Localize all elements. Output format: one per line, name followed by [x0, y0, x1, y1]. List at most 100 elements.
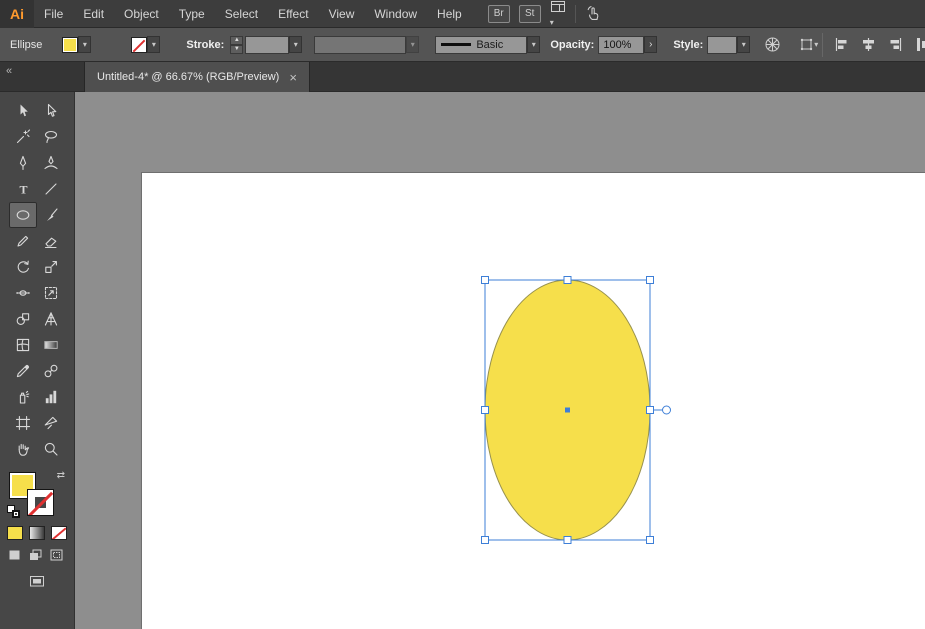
blend-tool-button[interactable]	[37, 358, 65, 384]
artboard-icon	[15, 415, 31, 431]
brush-definition-combo[interactable]: Basic ▾	[435, 36, 540, 54]
magic-wand-tool-button[interactable]	[9, 124, 37, 150]
type-tool-button[interactable]: T	[9, 176, 37, 202]
scale-tool-button[interactable]	[37, 254, 65, 280]
drawing-mode-row	[7, 548, 67, 562]
blend-icon	[43, 363, 59, 379]
rotate-tool-button[interactable]	[9, 254, 37, 280]
recolor-artwork-button[interactable]	[764, 36, 781, 53]
zoom-tool-button[interactable]	[37, 436, 65, 462]
stroke-weight-stepper[interactable]: ▲ ▼	[230, 36, 243, 54]
stroke-weight-combo[interactable]: ▾	[245, 36, 302, 54]
menu-select[interactable]: Select	[215, 0, 268, 28]
gradient-button[interactable]	[29, 526, 45, 540]
lasso-tool-button[interactable]	[37, 124, 65, 150]
bridge-button[interactable]: Br	[488, 5, 510, 23]
color-button[interactable]	[7, 526, 23, 540]
draw-normal-button[interactable]	[7, 548, 22, 562]
selection-tool-button[interactable]	[9, 98, 37, 124]
pen-tool-button[interactable]	[9, 150, 37, 176]
stroke-weight-value[interactable]	[245, 36, 289, 54]
align-right-button[interactable]	[887, 36, 904, 53]
selection-handle[interactable]	[647, 277, 654, 284]
eyedropper-tool-button[interactable]	[9, 358, 37, 384]
transform-options-button[interactable]: ▾	[799, 37, 818, 52]
document-tab[interactable]: Untitled-4* @ 66.67% (RGB/Preview) ×	[84, 62, 310, 92]
stroke-none-swatch-icon[interactable]	[131, 37, 147, 53]
graphic-style-combo[interactable]: ▾	[707, 36, 750, 54]
menu-object[interactable]: Object	[114, 0, 169, 28]
chevron-down-icon[interactable]: ▾	[737, 36, 750, 53]
center-point-handle[interactable]	[565, 408, 570, 413]
opacity-label[interactable]: Opacity:	[550, 39, 594, 51]
opacity-input[interactable]	[598, 36, 644, 54]
screen-mode-row	[7, 574, 67, 589]
menu-edit[interactable]: Edit	[73, 0, 114, 28]
stroke-color-control[interactable]: ▾	[131, 36, 160, 54]
selection-handle[interactable]	[482, 407, 489, 414]
hand-tool-button[interactable]	[9, 436, 37, 462]
slice-tool-button[interactable]	[37, 410, 65, 436]
eraser-tool-button[interactable]	[37, 228, 65, 254]
selection-handle[interactable]	[564, 277, 571, 284]
brush-definition-value[interactable]: Basic	[435, 36, 527, 54]
ellipse-tool-button[interactable]	[9, 202, 37, 228]
menu-view[interactable]: View	[319, 0, 365, 28]
draw-behind-button[interactable]	[28, 548, 43, 562]
distribute-button[interactable]	[914, 36, 925, 53]
align-center-button[interactable]	[860, 36, 877, 53]
width-tool-button[interactable]	[9, 280, 37, 306]
fill-color-control[interactable]: ▾	[62, 36, 91, 54]
stock-button[interactable]: St	[519, 5, 541, 23]
draw-inside-button[interactable]	[49, 548, 64, 562]
chevron-down-icon[interactable]: ▾	[527, 36, 540, 53]
symbol-sprayer-tool-button[interactable]	[9, 384, 37, 410]
arrange-documents-button[interactable]: ▾	[550, 0, 566, 28]
fill-swatch-icon[interactable]	[62, 37, 78, 53]
selection-handle[interactable]	[482, 277, 489, 284]
gradient-tool-button[interactable]	[37, 332, 65, 358]
menu-window[interactable]: Window	[364, 0, 427, 28]
pencil-tool-button[interactable]	[9, 228, 37, 254]
stepper-down-icon[interactable]: ▼	[230, 45, 243, 54]
chevron-down-icon: ▾	[550, 18, 554, 27]
app-logo[interactable]: Ai	[0, 0, 34, 28]
opacity-panel-chevron-icon[interactable]: ›	[644, 36, 657, 53]
menu-help[interactable]: Help	[427, 0, 472, 28]
chevron-down-icon[interactable]: ▾	[147, 36, 160, 53]
menu-effect[interactable]: Effect	[268, 0, 318, 28]
paintbrush-tool-button[interactable]	[37, 202, 65, 228]
stroke-label[interactable]: Stroke:	[186, 39, 224, 51]
chevron-down-icon: ▾	[406, 36, 419, 53]
screen-mode-button[interactable]	[29, 574, 45, 589]
free-transform-tool-button[interactable]	[37, 280, 65, 306]
selection-handle[interactable]	[647, 537, 654, 544]
panel-collapse-button[interactable]: «	[6, 65, 11, 77]
selection-handle[interactable]	[482, 537, 489, 544]
perspective-grid-tool-button[interactable]	[37, 306, 65, 332]
artboard-tool-button[interactable]	[9, 410, 37, 436]
default-fill-stroke-icon[interactable]	[7, 505, 20, 518]
line-segment-tool-button[interactable]	[37, 176, 65, 202]
swap-fill-stroke-icon[interactable]: ⇄	[57, 470, 65, 481]
align-right-icon	[887, 36, 904, 53]
shape-builder-tool-button[interactable]	[9, 306, 37, 332]
curvature-tool-button[interactable]	[37, 150, 65, 176]
rotate-widget-handle[interactable]	[663, 406, 671, 414]
graphic-style-value[interactable]	[707, 36, 737, 54]
column-graph-tool-button[interactable]	[37, 384, 65, 410]
none-button[interactable]	[51, 526, 67, 540]
touch-workspace-button[interactable]	[585, 5, 602, 22]
menu-file[interactable]: File	[34, 0, 73, 28]
stepper-up-icon[interactable]: ▲	[230, 36, 243, 45]
menu-type[interactable]: Type	[169, 0, 215, 28]
selection-handle[interactable]	[647, 407, 654, 414]
direct-selection-tool-button[interactable]	[37, 98, 65, 124]
align-left-button[interactable]	[833, 36, 850, 53]
stroke-color-well[interactable]	[27, 489, 54, 516]
close-icon[interactable]: ×	[289, 71, 297, 84]
chevron-down-icon[interactable]: ▾	[289, 36, 302, 53]
selection-handle[interactable]	[564, 537, 571, 544]
mesh-tool-button[interactable]	[9, 332, 37, 358]
chevron-down-icon[interactable]: ▾	[78, 36, 91, 53]
